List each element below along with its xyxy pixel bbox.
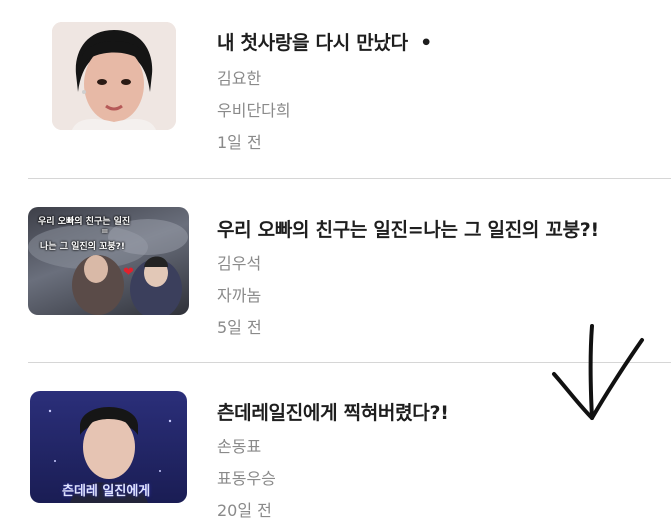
story-tag: 자까놈	[217, 286, 262, 305]
story-title[interactable]: 츤데레일진에게 찍혀버렸다?!	[217, 398, 449, 425]
thumbnail-caption: 우리 오빠의 친구는 일진	[38, 217, 131, 227]
story-thumbnail[interactable]	[52, 22, 176, 130]
story-thumbnail[interactable]: 츤데레 일진에게	[30, 391, 187, 503]
story-tag: 표동우승	[217, 469, 276, 488]
list-item[interactable]: 내 첫사랑을 다시 만났다 • 김요한 우비단다희 1일 전	[0, 0, 671, 179]
story-author: 김요한	[217, 69, 262, 88]
story-author: 김우석	[217, 254, 262, 273]
thumbnail-caption: 츤데레 일진에게	[62, 484, 151, 499]
story-title[interactable]: 내 첫사랑을 다시 만났다 •	[217, 28, 432, 55]
story-thumbnail[interactable]: 우리 오빠의 친구는 일진 = 나는 그 일진의 꼬붕?! ❤	[28, 207, 189, 315]
story-time: 20일 전	[217, 501, 272, 520]
story-tag: 우비단다희	[217, 101, 291, 120]
dot-marker: •	[420, 32, 432, 54]
story-list: 내 첫사랑을 다시 만났다 • 김요한 우비단다희 1일 전 우리 오빠의 친구…	[0, 0, 671, 520]
story-time: 1일 전	[217, 133, 262, 152]
hand-drawn-arrow-icon	[552, 324, 644, 420]
heart-icon: ❤	[123, 265, 134, 280]
story-time: 5일 전	[217, 318, 262, 337]
thumbnail-caption: =	[101, 227, 109, 237]
story-title[interactable]: 우리 오빠의 친구는 일진=나는 그 일진의 꼬붕?!	[217, 215, 599, 242]
thumbnail-caption: 나는 그 일진의 꼬붕?!	[40, 242, 125, 252]
portrait-photo-icon	[52, 22, 176, 130]
story-author: 손동표	[217, 437, 262, 456]
